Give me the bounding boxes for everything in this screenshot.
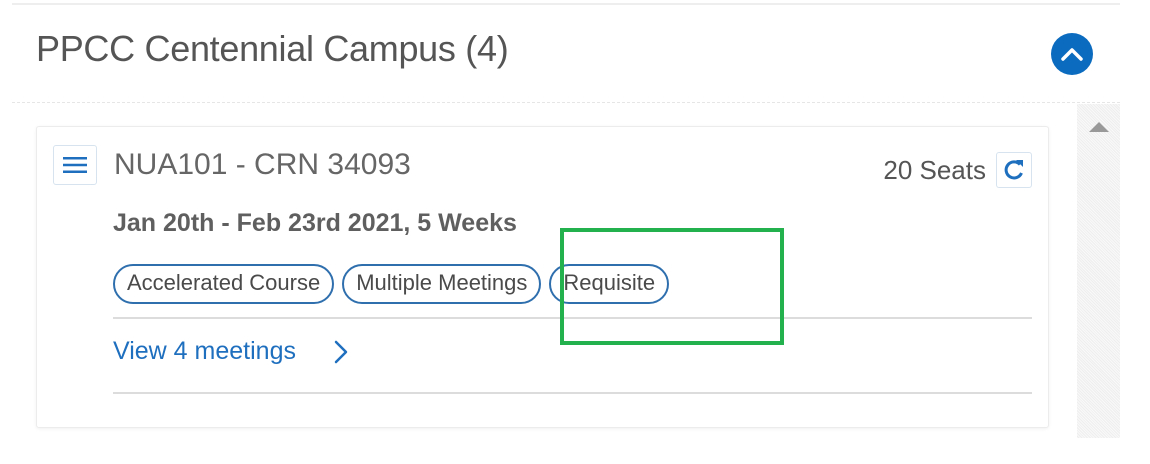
card-bottom-divider <box>113 392 1032 394</box>
course-dates: Jan 20th - Feb 23rd 2021, 5 Weeks <box>113 209 517 237</box>
tag-requisite[interactable]: Requisite <box>549 264 670 304</box>
tag-accelerated-course[interactable]: Accelerated Course <box>113 264 335 304</box>
course-menu-button[interactable] <box>53 145 97 185</box>
chevron-up-icon <box>1061 48 1083 61</box>
course-card: NUA101 - CRN 34093 20 Seats Jan 20th - F… <box>36 126 1049 428</box>
scroll-up-arrow-icon[interactable] <box>1089 122 1109 132</box>
course-title: NUA101 - CRN 34093 <box>114 148 411 181</box>
seats-count: 20 Seats <box>883 154 986 185</box>
header-divider <box>12 102 1120 103</box>
course-tags: Accelerated Course Multiple Meetings Req… <box>113 264 670 304</box>
card-divider <box>113 317 1032 319</box>
seats-info: 20 Seats <box>883 152 1032 188</box>
campus-section-title: PPCC Centennial Campus (4) <box>36 28 509 69</box>
view-meetings-label: View 4 meetings <box>113 337 296 365</box>
collapse-section-button[interactable] <box>1051 33 1093 75</box>
scrollbar-track[interactable] <box>1077 104 1120 438</box>
tag-multiple-meetings[interactable]: Multiple Meetings <box>342 264 542 304</box>
hamburger-menu-icon <box>63 157 87 173</box>
view-meetings-link[interactable]: View 4 meetings <box>113 337 348 366</box>
chevron-right-icon <box>334 340 348 364</box>
refresh-seats-button[interactable] <box>996 152 1032 188</box>
top-divider <box>12 3 1120 5</box>
refresh-icon <box>1004 160 1023 180</box>
